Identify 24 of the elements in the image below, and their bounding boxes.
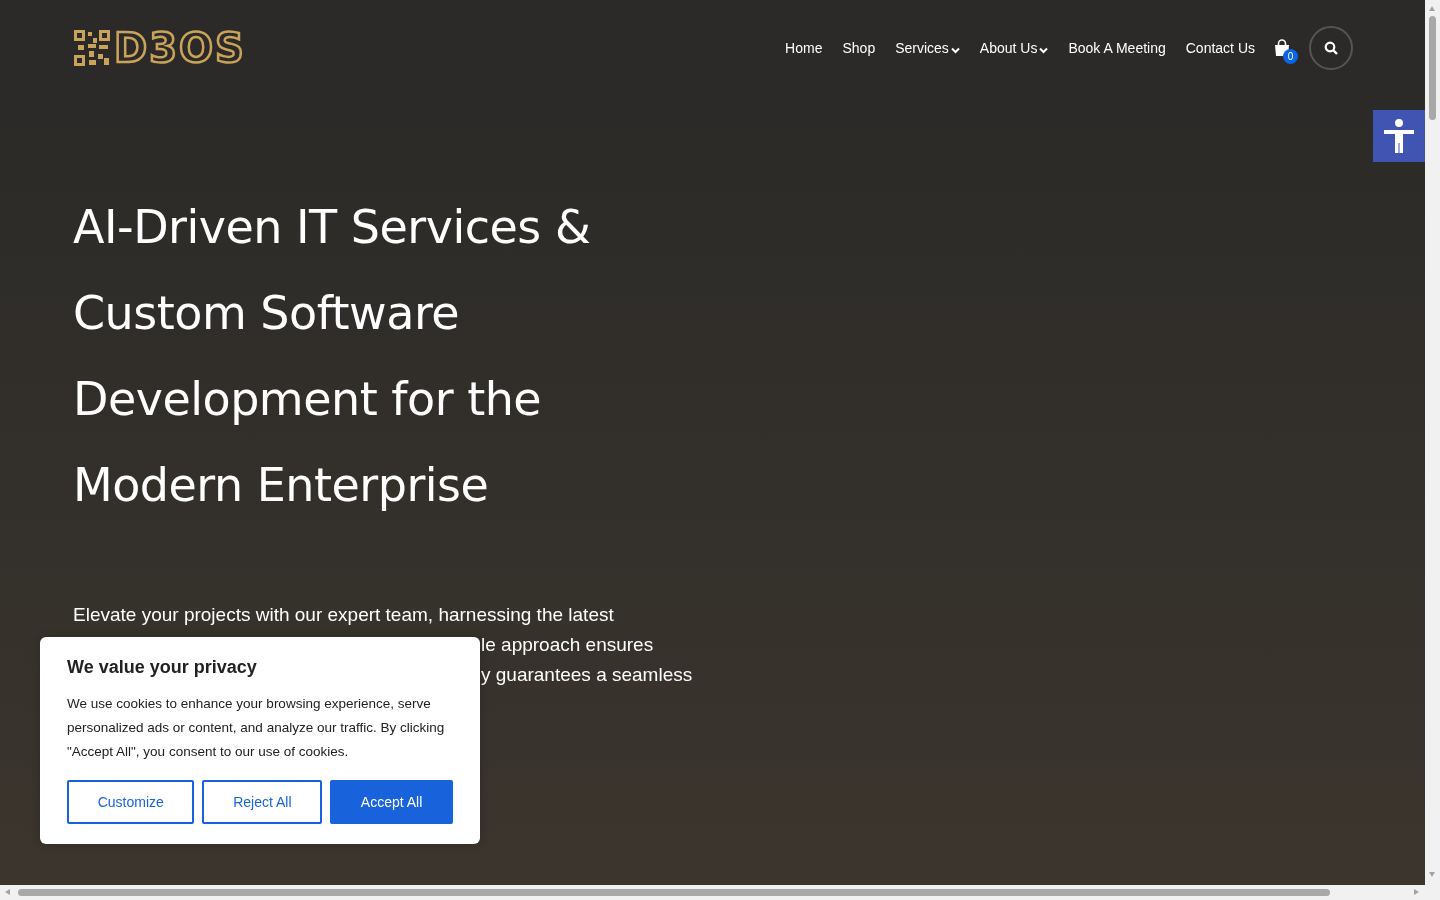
banner-text: We use cookies to enhance your browsing experience, serve personalized ads or content, and analyze our traffic. By clicking "Accept All", you consent to our use of cookies. [67, 695, 446, 761]
hero-heading: AI-Driven IT Services & Custom Software Development for the Modern Enterprise [73, 199, 592, 514]
search-button[interactable] [1309, 26, 1353, 70]
paragraph-text: le approach ensures [481, 634, 654, 655]
accept-button[interactable]: Accept All [330, 780, 453, 824]
chevron-down-icon [950, 46, 960, 54]
cookie-option-button[interactable]: Reject All [202, 780, 323, 824]
nav-link[interactable]: Contact Us [1185, 40, 1255, 56]
chevron-down-icon [1039, 46, 1049, 54]
banner-title: We value your privacy [67, 657, 258, 678]
paragraph-text: y guarantees a seamless [481, 664, 693, 685]
cart-count-badge: 0 [1283, 49, 1298, 64]
qr-code-icon [74, 30, 110, 66]
nav-link[interactable]: Home [785, 40, 823, 56]
accessibility-button[interactable] [1373, 110, 1425, 162]
accessibility-person-icon [1383, 119, 1415, 153]
nav-link[interactable]: Book A Meeting [1068, 40, 1166, 56]
nav-link[interactable]: Services [895, 40, 960, 56]
search-icon [1324, 41, 1338, 55]
cookie-option-button[interactable]: Customize [67, 780, 195, 824]
paragraph-text: Elevate your projects with our expert team, harnessing the latest [73, 604, 614, 625]
nav-link[interactable]: About Us [979, 40, 1049, 56]
nav-link[interactable]: Shop [842, 40, 876, 56]
logo-wordmark[interactable]: D3OS [114, 28, 246, 68]
